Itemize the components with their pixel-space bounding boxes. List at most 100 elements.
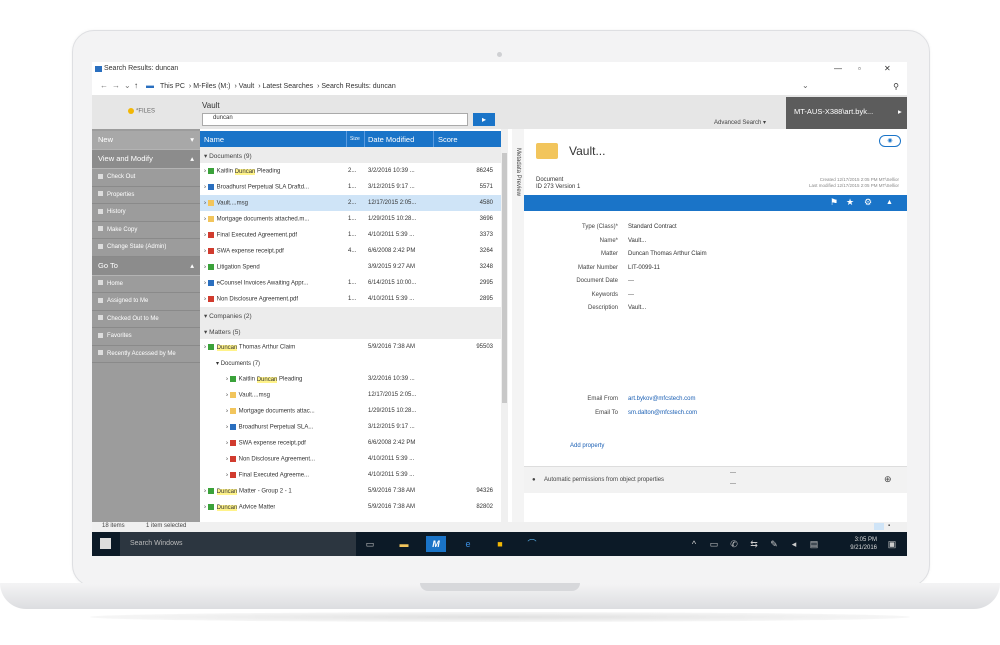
table-row[interactable]: › SWA expense receipt.pdf 4... 6/6/2008 2:… [200, 243, 501, 259]
clock[interactable]: 3:05 PM 9/21/2016 [850, 536, 877, 552]
task-make-copy[interactable]: Make Copy [92, 221, 200, 239]
column-name[interactable]: Name [204, 135, 224, 144]
goto-favorites[interactable]: Favorites [92, 328, 200, 346]
star-icon[interactable]: ★ [846, 197, 854, 208]
table-row[interactable]: › Mortgage documents attac... 1/29/2015 1… [200, 403, 501, 419]
pin-toggle[interactable]: ◉ [879, 135, 901, 147]
ie-icon[interactable]: e [458, 536, 478, 552]
group-documents[interactable]: ▾ Documents (9) [200, 147, 501, 163]
table-row[interactable]: › Final Executed Agreement.pdf 1... 4/10/2… [200, 227, 501, 243]
up-icon[interactable]: ↑ [134, 81, 138, 90]
task-properties[interactable]: Properties [92, 186, 200, 204]
table-row[interactable]: › Broadhurst Perpetual SLA... 3/12/2015 9… [200, 419, 501, 435]
table-row[interactable]: › Duncan Advice Matter 5/9/2016 7:38 AM 82… [200, 499, 501, 515]
column-score[interactable]: Score [438, 135, 458, 144]
search-icon[interactable]: ⚲ [893, 82, 899, 91]
task-history[interactable]: History [92, 204, 200, 222]
email-to-value[interactable]: sm.dalton@mfcstech.com [628, 410, 697, 416]
table-row[interactable]: › eCounsel Invoices Awaiting Appr... 1...… [200, 275, 501, 291]
user-badge[interactable]: MT-AUS-X388\art.byk... ▸ [786, 97, 907, 129]
search-button[interactable]: ▸ [473, 113, 495, 126]
breadcrumb-item[interactable]: This PC [160, 83, 185, 90]
breadcrumb-item[interactable]: M-Files (M:) [193, 83, 230, 90]
task-check-out[interactable]: Check Out [92, 169, 200, 187]
gear-icon[interactable]: ⚙ [864, 197, 872, 208]
breadcrumb-item[interactable]: Vault [239, 83, 254, 90]
group-companies[interactable]: ▾ Companies (2) [200, 307, 501, 323]
table-row[interactable]: › Duncan Thomas Arthur Claim 5/9/2016 7:3… [200, 339, 501, 355]
row-size: 1... [348, 232, 357, 238]
task-view-icon[interactable]: ▭ [360, 536, 380, 552]
flag-icon[interactable]: ⚑ [830, 197, 838, 208]
close-button[interactable]: ✕ [884, 64, 891, 73]
group-matters[interactable]: ▾ Matters (5) [200, 323, 501, 339]
taskbar-search[interactable]: Search Windows [120, 532, 356, 556]
crosshair-icon[interactable]: ⊕ [884, 474, 892, 485]
table-row[interactable]: › Vault....msg 2... 12/17/2015 2:05... 4580 [200, 195, 501, 211]
mfiles-header: *FILES Vault duncan ▸ Advanced Search ▾ [92, 95, 907, 129]
email-from-value[interactable]: art.bykov@mfcstech.com [628, 396, 695, 402]
scrollbar-thumb[interactable] [502, 153, 507, 403]
network-icon[interactable]: ⇆ [744, 536, 764, 552]
add-property-link[interactable]: Add property [570, 443, 604, 449]
maximize-button[interactable]: ▫ [858, 64, 861, 73]
table-row[interactable]: › Duncan Matter - Group 2 - 1 5/9/2016 7:… [200, 483, 501, 499]
property-value[interactable]: Vault... [628, 238, 646, 244]
goto-recent[interactable]: Recently Accessed by Me [92, 345, 200, 363]
table-row[interactable]: ▾ Documents (7) [200, 355, 501, 371]
breadcrumb-item[interactable]: Latest Searches [263, 83, 314, 90]
mfiles-app-icon[interactable]: M [426, 536, 446, 552]
property-value[interactable]: Duncan Thomas Arthur Claim [628, 251, 707, 257]
back-icon[interactable]: ← [100, 81, 108, 90]
property-value[interactable]: --- [628, 278, 634, 284]
table-row[interactable]: › SWA expense receipt.pdf 6/6/2008 2:42 P… [200, 435, 501, 451]
new-group[interactable]: New ▾ [92, 131, 200, 150]
volume-icon[interactable]: ◂ [784, 536, 804, 552]
app-icon[interactable]: ⌒ [522, 536, 542, 552]
phone-icon[interactable]: ✆ [724, 536, 744, 552]
pen-icon[interactable]: ✎ [764, 536, 784, 552]
table-row[interactable]: › Mortgage documents attached.m... 1... 1/… [200, 211, 501, 227]
explorer-icon[interactable]: ▬ [394, 536, 414, 552]
goto-checked-out[interactable]: Checked Out to Me [92, 310, 200, 328]
scrollbar[interactable] [501, 129, 508, 522]
sticky-app-icon[interactable]: ■ [490, 536, 510, 552]
goto-home[interactable]: Home [92, 275, 200, 293]
minimize-button[interactable]: — [834, 64, 842, 73]
collapse-icon[interactable]: ▲ [886, 199, 893, 206]
dropdown-icon[interactable]: ⌄ [802, 81, 809, 90]
table-row[interactable]: › Non Disclosure Agreement... 4/10/2011 5… [200, 451, 501, 467]
chevron-up-icon[interactable]: ^ [684, 536, 704, 552]
notifications-icon[interactable]: ▣ [882, 536, 902, 552]
windows-start-icon[interactable] [100, 538, 111, 549]
goto-assigned[interactable]: Assigned to Me [92, 293, 200, 311]
details-view-icon[interactable] [874, 523, 884, 530]
table-row[interactable]: › Final Executed Agreeme... 4/10/2011 5:3… [200, 467, 501, 483]
search-input[interactable]: duncan [202, 113, 468, 126]
property-value[interactable]: Standard Contract [628, 224, 677, 230]
property-value[interactable]: Vault... [628, 305, 646, 311]
property-value[interactable]: --- [628, 292, 634, 298]
table-row[interactable]: › Kaitlin Duncan Pleading 3/2/2016 10:39 … [200, 371, 501, 387]
forward-icon[interactable]: → [112, 81, 120, 90]
table-row[interactable]: › Non Disclosure Agreement.pdf 1... 4/10/2… [200, 291, 501, 307]
column-date[interactable]: Date Modified [368, 135, 414, 144]
keyboard-icon[interactable]: ▤ [804, 536, 824, 552]
chevron-down-icon[interactable]: ⌄ [124, 81, 131, 90]
advanced-search-link[interactable]: Advanced Search ▾ [714, 119, 766, 126]
tiles-view-icon[interactable]: ▪ [888, 523, 890, 529]
task-change-state[interactable]: Change State (Admin) [92, 239, 200, 257]
view-modify-group[interactable]: View and Modify ▴ [92, 150, 200, 169]
table-row[interactable]: › Litigation Spend 3/9/2015 9:27 AM 3248 [200, 259, 501, 275]
table-row[interactable]: › Vault....msg 12/17/2015 2:05... [200, 387, 501, 403]
property-value[interactable]: LIT-0099-11 [628, 265, 660, 271]
column-size[interactable]: Size [350, 136, 360, 142]
metadata-tab[interactable]: Metadata Preview [512, 129, 524, 522]
permissions-bar[interactable]: ● Automatic permissions from object prop… [524, 466, 907, 493]
battery-icon[interactable]: ▭ [704, 536, 724, 552]
goto-group[interactable]: Go To ▴ [92, 256, 200, 276]
table-row[interactable]: › Broadhurst Perpetual SLA Draftd... 1...… [200, 179, 501, 195]
breadcrumb-item[interactable]: Search Results: duncan [321, 83, 395, 90]
breadcrumb: This PC › M-Files (M:) › Vault › Latest Sea… [160, 83, 396, 90]
table-row[interactable]: › Kaitlin Duncan Pleading 2... 3/2/2016 10… [200, 163, 501, 179]
